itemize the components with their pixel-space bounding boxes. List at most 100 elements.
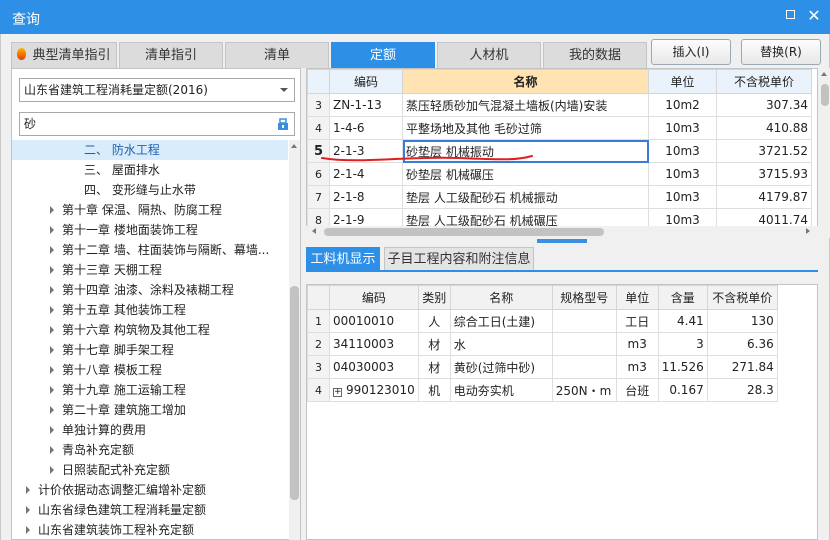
tree-item[interactable]: 第十二章 墙、柱面装饰与隔断、幕墙... [12, 240, 288, 260]
table-row[interactable]: 4 +990123010 机电动夯实机 250N・m 台班 0.167 28.3 [307, 378, 778, 402]
row-number[interactable]: 3 [307, 93, 330, 117]
header-code[interactable]: 编码 [329, 69, 403, 94]
chevron-right-icon[interactable] [50, 366, 54, 374]
cell-type[interactable]: 机 [417, 378, 451, 402]
cell-unit[interactable]: 工日 [615, 309, 659, 333]
tree-item[interactable]: 计价依据动态调整汇编增补定额 [12, 480, 288, 500]
tree-item[interactable]: 山东省绿色建筑工程消耗量定额 [12, 500, 288, 520]
tree-item[interactable]: 第十章 保温、隔热、防腐工程 [12, 200, 288, 220]
tree-item[interactable]: 第十三章 天棚工程 [12, 260, 288, 280]
tree-item[interactable]: 第十九章 施工运输工程 [12, 380, 288, 400]
chevron-right-icon[interactable] [50, 446, 54, 454]
tree-item[interactable]: 第十一章 楼地面装饰工程 [12, 220, 288, 240]
table-row[interactable]: 5 2-1-3 砂垫层 机械振动 10m3 3721.52 [307, 139, 812, 163]
tree-item[interactable]: 第十六章 构筑物及其他工程 [12, 320, 288, 340]
tree-item[interactable]: 四、 变形缝与止水带 [12, 180, 288, 200]
tab-quota[interactable]: 定额 [331, 42, 435, 68]
cell-code[interactable]: +990123010 [329, 378, 419, 402]
cell-qty[interactable]: 0.167 [657, 378, 708, 402]
cell-unit[interactable]: 10m3 [648, 116, 717, 140]
cell-unit[interactable]: m3 [615, 355, 659, 379]
tree-item[interactable]: 第二十章 建筑施工增加 [12, 400, 288, 420]
chevron-right-icon[interactable] [26, 526, 30, 534]
chevron-right-icon[interactable] [50, 266, 54, 274]
cell-price[interactable]: 28.3 [706, 378, 778, 402]
cell-code[interactable]: 1-4-6 [329, 116, 403, 140]
chevron-right-icon[interactable] [50, 346, 54, 354]
cell-code[interactable]: 34110003 [329, 332, 419, 356]
header-unit[interactable]: 单位 [615, 285, 659, 310]
tree-item[interactable]: 第十五章 其他装饰工程 [12, 300, 288, 320]
cell-unit[interactable]: 台班 [615, 378, 659, 402]
cell-spec[interactable] [551, 309, 617, 333]
panel-splitter[interactable] [537, 239, 587, 243]
search-input[interactable]: 砂 [19, 112, 295, 136]
cell-spec[interactable] [551, 355, 617, 379]
cell-name[interactable]: 电动夯实机 [449, 378, 553, 402]
header-qty[interactable]: 含量 [657, 285, 708, 310]
chevron-right-icon[interactable] [50, 406, 54, 414]
chevron-right-icon[interactable] [50, 326, 54, 334]
tree-item[interactable]: 青岛补充定额 [12, 440, 288, 460]
cell-code[interactable]: 04030003 [329, 355, 419, 379]
header-unit[interactable]: 单位 [648, 69, 717, 94]
cell-name[interactable]: 蒸压轻质砂加气混凝土墙板(内墙)安装 [402, 93, 649, 117]
cell-code[interactable]: ZN-1-13 [329, 93, 403, 117]
row-number[interactable]: 2 [307, 332, 330, 356]
quota-table-vscrollbar[interactable] [819, 68, 830, 238]
close-button[interactable]: ✕ [806, 8, 822, 24]
table-row[interactable]: 6 2-1-4 砂垫层 机械碾压 10m3 3715.93 [307, 162, 812, 186]
table-row[interactable]: 3 04030003 材黄砂(过筛中砂) m3 11.526 271.84 [307, 355, 778, 379]
cell-price[interactable]: 307.34 [716, 93, 812, 117]
cell-name[interactable]: 砂垫层 机械碾压 [402, 162, 649, 186]
tree-item[interactable]: 单独计算的费用 [12, 420, 288, 440]
header-code[interactable]: 编码 [329, 285, 419, 310]
cell-qty[interactable]: 4.41 [657, 309, 708, 333]
tree-item[interactable]: 第十七章 脚手架工程 [12, 340, 288, 360]
cell-code[interactable]: 2-1-4 [329, 162, 403, 186]
cell-qty[interactable]: 3 [657, 332, 708, 356]
table-row[interactable]: 2 34110003 材水 m3 3 6.36 [307, 332, 778, 356]
quota-library-select[interactable]: 山东省建筑工程消耗量定额(2016) [19, 78, 295, 102]
tab-my-data[interactable]: 我的数据 [543, 42, 647, 68]
cell-price[interactable]: 6.36 [706, 332, 778, 356]
chevron-right-icon[interactable] [50, 246, 54, 254]
cell-name[interactable]: 砂垫层 机械振动 [402, 139, 649, 163]
chevron-right-icon[interactable] [50, 206, 54, 214]
header-price[interactable]: 不含税单价 [706, 285, 778, 310]
cell-price[interactable]: 3715.93 [716, 162, 812, 186]
chevron-right-icon[interactable] [50, 386, 54, 394]
header-spec[interactable]: 规格型号 [551, 285, 617, 310]
header-price[interactable]: 不含税单价 [716, 69, 812, 94]
row-number[interactable]: 6 [307, 162, 330, 186]
table-row[interactable]: 4 1-4-6 平整场地及其他 毛砂过筛 10m3 410.88 [307, 116, 812, 140]
scroll-left-icon[interactable] [312, 228, 316, 234]
chevron-right-icon[interactable] [50, 466, 54, 474]
cell-price[interactable]: 410.88 [716, 116, 812, 140]
scroll-thumb[interactable] [821, 84, 829, 106]
table-row[interactable]: 1 00010010 人综合工日(土建) 工日 4.41 130 [307, 309, 778, 333]
tab-item-content-notes[interactable]: 子目工程内容和附注信息 [384, 247, 534, 271]
cell-name[interactable]: 平整场地及其他 毛砂过筛 [402, 116, 649, 140]
tab-labor-material-machine[interactable]: 人材机 [437, 42, 541, 68]
cell-spec[interactable]: 250N・m [551, 378, 617, 402]
row-number[interactable]: 5 [307, 139, 330, 163]
cell-code[interactable]: 2-1-3 [329, 139, 403, 163]
scroll-right-icon[interactable] [806, 228, 810, 234]
tab-material-display[interactable]: 工料机显示 [306, 247, 380, 271]
chevron-right-icon[interactable] [50, 226, 54, 234]
tree-item[interactable]: 日照装配式补充定额 [12, 460, 288, 480]
header-type[interactable]: 类别 [417, 285, 451, 310]
cell-unit[interactable]: 10m2 [648, 93, 717, 117]
tree-item[interactable]: 第十八章 模板工程 [12, 360, 288, 380]
tree-item[interactable]: 第十四章 油漆、涂料及裱糊工程 [12, 280, 288, 300]
cell-unit[interactable]: 10m3 [648, 139, 717, 163]
row-number[interactable]: 4 [307, 116, 330, 140]
row-number[interactable]: 1 [307, 309, 330, 333]
cell-qty[interactable]: 11.526 [657, 355, 708, 379]
tree-item[interactable]: 山东省建筑装饰工程补充定额 [12, 520, 288, 540]
chevron-right-icon[interactable] [50, 286, 54, 294]
header-name[interactable]: 名称 [449, 285, 553, 310]
row-number[interactable]: 7 [307, 185, 330, 209]
cell-type[interactable]: 材 [417, 355, 451, 379]
